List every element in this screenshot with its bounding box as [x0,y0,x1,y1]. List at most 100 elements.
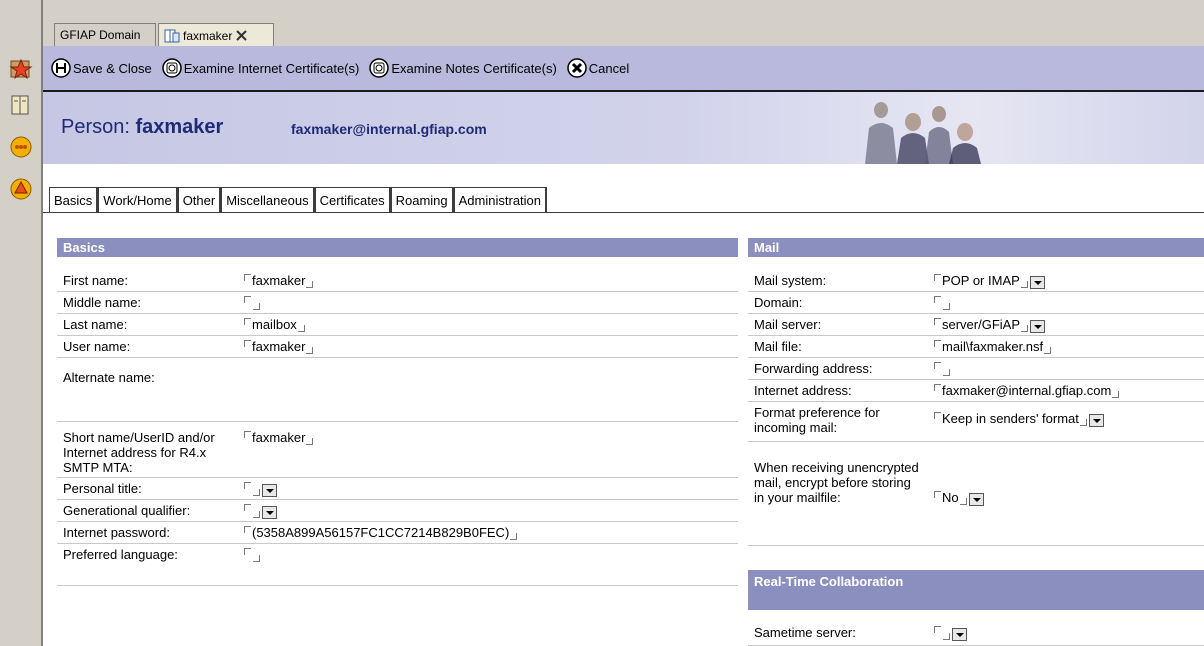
personal-title-dropdown[interactable] [244,478,277,499]
preferred-language-field[interactable] [244,544,260,585]
field-label: Mail server: [754,317,822,332]
field-label: User name: [63,339,131,354]
field-label: Domain: [754,295,803,310]
generational-qualifier-dropdown[interactable] [244,500,277,521]
form-row: Mail system: POP or IMAP [748,270,1204,292]
tab-administration[interactable]: Administration [453,187,548,213]
tab-faxmaker[interactable]: faxmaker [158,23,274,47]
tab-roaming[interactable]: Roaming [390,187,454,213]
title-prefix: Person: [61,116,136,138]
chevron-down-icon[interactable] [1030,320,1046,333]
field-label: Internet address: [754,383,852,398]
field-value: faxmaker@internal.gfiap.com [942,383,1112,398]
section-tabs: Basics Work/Home Other Miscellaneous Cer… [43,186,548,213]
domain-field[interactable] [934,292,950,313]
form-row: User name: faxmaker [57,336,738,358]
field-label: Format preference for incoming mail: [754,405,880,435]
certificate-icon [162,58,182,78]
encrypt-incoming-dropdown[interactable]: No [934,442,984,545]
user-name-field[interactable]: faxmaker [244,336,314,357]
field-label: When receiving unencrypted mail, encrypt… [754,460,919,505]
book-icon[interactable] [8,92,34,118]
form-row: Alternate name: [57,358,738,422]
cancel-label: Cancel [588,60,630,76]
format-preference-dropdown[interactable]: Keep in senders' format [934,402,1104,441]
field-label: Last name: [63,317,128,332]
document-icon [164,28,180,44]
chevron-down-icon[interactable] [262,506,277,519]
sametime-server-dropdown[interactable] [934,620,967,645]
form-row: Sametime server: [748,620,1204,646]
examine-notes-certificates-button[interactable]: Examine Notes Certificate(s) [369,58,557,78]
replicator-icon[interactable] [8,134,34,160]
page-title: Person: faxmaker [61,116,223,139]
form-row: Internet password: (5358A899A56157FC1CC7… [57,522,738,544]
section-header-mail: Mail [748,238,1204,257]
tab-gfiap-domain[interactable]: GFIAP Domain [54,23,156,46]
section-header-rtc: Real-Time Collaboration [748,570,1204,610]
examine-internet-certificates-button[interactable]: Examine Internet Certificate(s) [162,58,360,78]
form-row: Preferred language: [57,544,738,586]
chevron-down-icon[interactable] [1029,276,1045,289]
tab-label: Basics [54,192,93,208]
tab-work-home[interactable]: Work/Home [98,187,178,213]
chevron-down-icon[interactable] [262,484,277,497]
person-banner: Person: faxmaker faxmaker@internal.gfiap… [43,92,1204,164]
field-value: server/GFiAP [942,317,1021,332]
section-header-basics: Basics [57,238,738,257]
form-row: First name: faxmaker [57,270,738,292]
field-label: Preferred language: [63,547,178,562]
field-value: No [942,490,959,505]
action-bar: Save & Close Examine Internet Certificat… [43,46,1204,92]
tab-label: Miscellaneous [226,193,309,208]
field-label: Short name/UserID and/or Internet addres… [63,430,215,475]
chevron-down-icon[interactable] [952,628,967,641]
chevron-down-icon[interactable] [968,493,984,506]
mail-system-dropdown[interactable]: POP or IMAP [934,270,1045,291]
first-name-field[interactable]: faxmaker [244,270,314,291]
chevron-down-icon[interactable] [1088,414,1104,427]
form-row: Mail file: mail\faxmaker.nsf [748,336,1204,358]
form-row: Format preference for incoming mail: Kee… [748,402,1204,442]
internet-address-field[interactable]: faxmaker@internal.gfiap.com [934,380,1120,401]
star-bookmark-icon[interactable] [8,56,34,82]
field-value: mailbox [252,317,297,332]
form-row: Personal title: [57,478,738,500]
sametime-icon[interactable] [8,176,34,202]
examine-internet-label: Examine Internet Certificate(s) [183,60,360,76]
save-close-label: Save & Close [73,60,152,76]
tab-basics[interactable]: Basics [49,187,99,213]
field-label: First name: [63,273,129,288]
tab-certificates[interactable]: Certificates [314,187,391,213]
form-row: Forwarding address: [748,358,1204,380]
save-close-button[interactable]: Save & Close [51,58,152,78]
form-row: Short name/UserID and/or Internet addres… [57,422,738,478]
disk-icon [51,58,71,78]
field-label: Generational qualifier: [63,503,191,518]
field-label: Mail system: [754,273,827,288]
close-icon[interactable] [236,30,248,41]
forwarding-address-field[interactable] [934,358,950,379]
cancel-icon [567,58,587,78]
field-value: faxmaker [252,273,306,288]
field-value: faxmaker [252,339,306,354]
tab-other[interactable]: Other [177,187,222,213]
form-row: Middle name: [57,292,738,314]
internet-password-field[interactable]: (5358A899A56157FC1CC7214B829B0FEC) [244,522,518,543]
last-name-field[interactable]: mailbox [244,314,305,335]
cancel-button[interactable]: Cancel [567,58,629,78]
tab-label: Other [182,193,216,208]
form-row: Domain: [748,292,1204,314]
tab-label: Roaming [395,193,448,208]
field-label: Sametime server: [754,625,856,640]
mail-server-dropdown[interactable]: server/GFiAP [934,314,1046,335]
middle-name-field[interactable] [244,292,260,313]
mail-file-field[interactable]: mail\faxmaker.nsf [934,336,1052,357]
field-label: Forwarding address: [754,361,873,376]
certificate-icon [369,58,390,78]
short-name-field[interactable]: faxmaker [244,422,314,477]
tab-miscellaneous[interactable]: Miscellaneous [221,187,315,213]
field-value: mail\faxmaker.nsf [942,339,1044,354]
person-email: faxmaker@internal.gfiap.com [291,121,487,137]
field-value: (5358A899A56157FC1CC7214B829B0FEC) [252,525,510,540]
